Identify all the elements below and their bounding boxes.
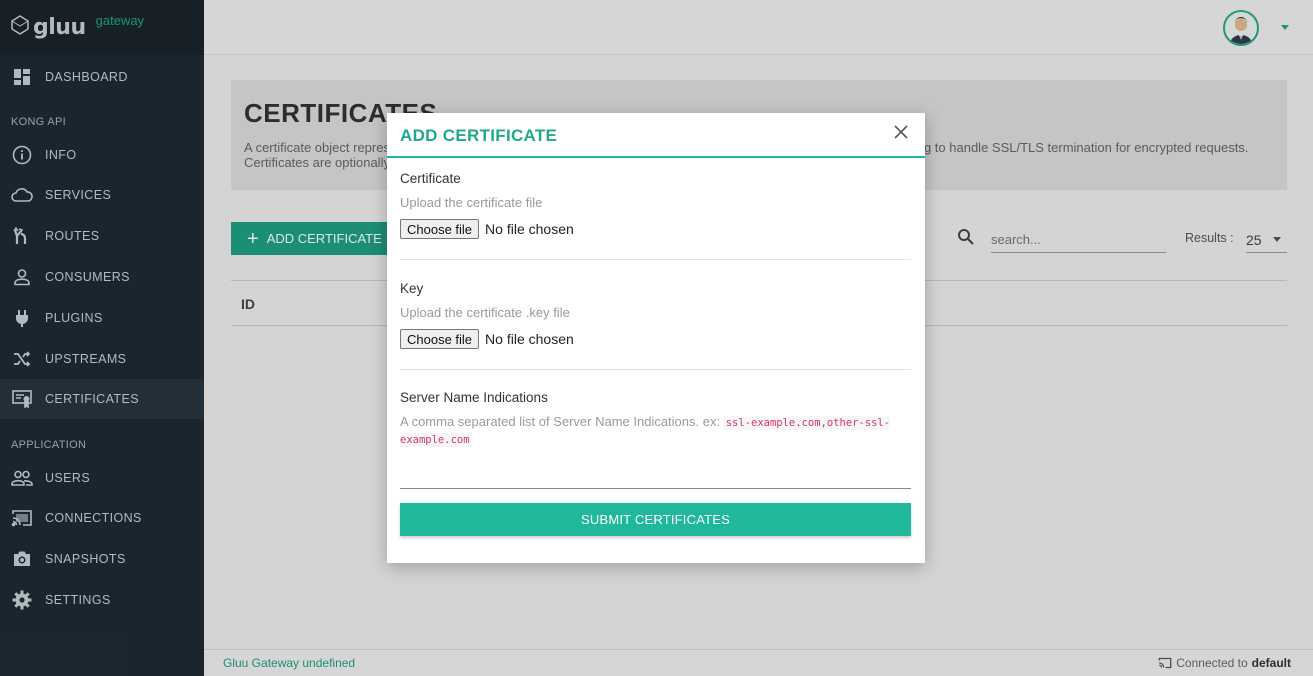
dialog-title: ADD CERTIFICATE [400, 126, 558, 145]
key-field: Key Upload the certificate .key file Cho… [400, 281, 911, 349]
certificate-file-input: Choose file No file chosen [400, 219, 911, 239]
key-file-input: Choose file No file chosen [400, 329, 911, 349]
submit-certificates-button[interactable]: SUBMIT CERTIFICATES [400, 503, 911, 536]
certificate-file-status: No file chosen [485, 221, 574, 237]
choose-certificate-file-button[interactable]: Choose file [400, 219, 480, 239]
sni-field: Server Name Indications A comma separate… [400, 390, 911, 448]
divider [400, 259, 911, 260]
close-icon[interactable] [893, 124, 909, 140]
sni-hint-text: A comma separated list of Server Name In… [400, 414, 721, 429]
dialog-header: ADD CERTIFICATE [387, 113, 925, 158]
sni-input[interactable] [400, 483, 911, 489]
sni-hint: A comma separated list of Server Name In… [400, 414, 911, 448]
certificate-hint: Upload the certificate file [400, 195, 543, 210]
key-file-status: No file chosen [485, 331, 574, 347]
choose-key-file-button[interactable]: Choose file [400, 329, 480, 349]
certificate-label: Certificate [400, 171, 461, 186]
add-certificate-dialog: ADD CERTIFICATE Certificate Upload the c… [387, 113, 925, 563]
divider [400, 369, 911, 370]
sni-label: Server Name Indications [400, 390, 548, 405]
key-hint: Upload the certificate .key file [400, 305, 570, 320]
certificate-field: Certificate Upload the certificate file … [400, 171, 911, 239]
key-label: Key [400, 281, 424, 296]
